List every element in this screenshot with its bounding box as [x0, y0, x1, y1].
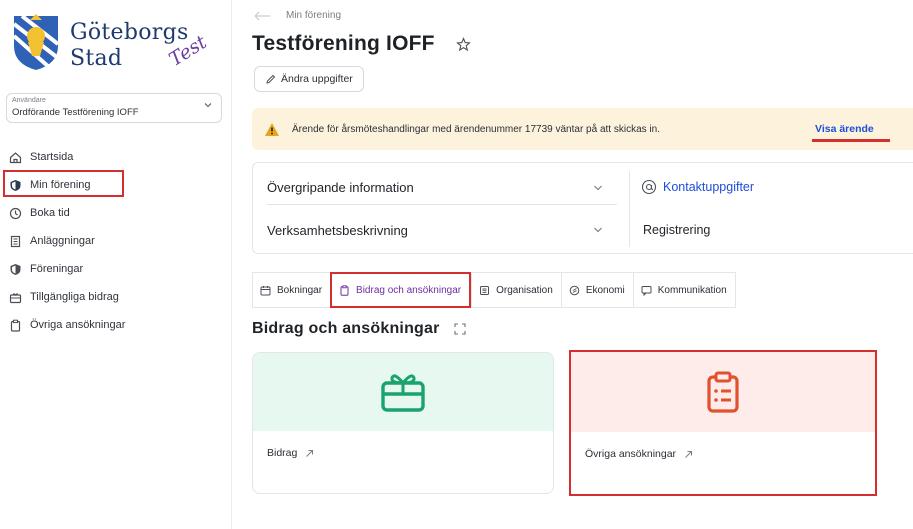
grant-card-ovriga-ansokningar[interactable]: Övriga ansökningar — [569, 350, 877, 496]
main-content: Min förening Testförening IOFF Ändra upp… — [232, 0, 913, 529]
tab-bidrag-och-ansokningar[interactable]: Bidrag och ansökningar — [330, 272, 472, 308]
gift-card-icon — [8, 290, 22, 304]
clock-icon — [8, 206, 22, 220]
chevron-down-icon — [594, 185, 602, 191]
section-title: Bidrag och ansökningar — [252, 320, 466, 338]
pending-case-alert: Ärende för årsmöteshandlingar med ärende… — [252, 108, 913, 150]
gift-card-icon — [381, 374, 425, 412]
shield-icon — [8, 262, 22, 276]
grant-card-bidrag[interactable]: Bidrag — [252, 352, 554, 494]
nav-item-boka-tid[interactable]: Boka tid — [0, 199, 232, 227]
accordion-label: Övergripande information — [267, 180, 414, 195]
edit-details-label: Ändra uppgifter — [281, 73, 353, 85]
tab-ekonomi[interactable]: Ekonomi — [560, 272, 633, 308]
association-tabs: Bokningar Bidrag och ansökningar Organis… — [252, 272, 736, 308]
external-link-icon — [306, 449, 314, 457]
logo[interactable]: Göteborgs Stad Test — [8, 8, 218, 78]
edit-details-button[interactable]: Ändra uppgifter — [254, 66, 364, 92]
external-link-icon — [685, 450, 693, 458]
pencil-icon — [266, 74, 276, 84]
nav-item-label: Tillgängliga bidrag — [30, 291, 119, 303]
annotation-underline-view-case — [812, 139, 890, 142]
card-label: Bidrag — [267, 447, 298, 459]
brand-name-line1: Göteborgs — [70, 20, 189, 45]
annotation-highlight-nav — [3, 170, 124, 197]
nav-item-ovriga-ansokningar[interactable]: Övriga ansökningar — [0, 311, 232, 339]
tab-bokningar[interactable]: Bokningar — [252, 272, 331, 308]
card-hero — [253, 353, 553, 431]
view-case-link[interactable]: Visa ärende — [815, 123, 874, 135]
breadcrumb-item[interactable]: Min förening — [286, 10, 341, 21]
favorite-star-icon[interactable] — [456, 37, 471, 52]
tab-label: Kommunikation — [657, 284, 727, 296]
card-label: Övriga ansökningar — [585, 448, 677, 460]
section-title-text: Bidrag och ansökningar — [252, 320, 440, 337]
tab-label: Organisation — [496, 284, 553, 296]
nav-item-label: Anläggningar — [30, 235, 95, 247]
registration-section[interactable]: Registrering — [643, 223, 710, 237]
alert-message: Ärende för årsmöteshandlingar med ärende… — [292, 123, 660, 135]
user-select[interactable]: Användare Ordförande Testförening IOFF — [6, 93, 222, 123]
chevron-down-icon — [204, 103, 212, 108]
nav-item-label: Övriga ansökningar — [30, 319, 126, 331]
breadcrumb: Min förening — [252, 10, 341, 21]
chat-icon — [641, 285, 652, 296]
brand-name-line2: Stad — [70, 46, 123, 71]
accordion-general-info[interactable]: Övergripande information — [267, 171, 617, 205]
nav-item-label: Föreningar — [30, 263, 84, 275]
nav-item-foreningar[interactable]: Föreningar — [0, 255, 232, 283]
tab-label: Bokningar — [277, 284, 323, 296]
contact-details-link[interactable]: Kontaktuppgifter — [641, 179, 754, 195]
calendar-icon — [260, 285, 271, 295]
page-title: Testförening IOFF — [252, 32, 435, 55]
org-icon — [480, 285, 490, 295]
at-sign-icon — [641, 179, 657, 195]
tab-label: Bidrag och ansökningar — [356, 284, 462, 296]
association-info-panel: Övergripande information Verksamhetsbesk… — [252, 162, 913, 254]
home-icon — [8, 150, 22, 164]
nav-item-startsida[interactable]: Startsida — [0, 143, 232, 171]
nav-item-tillgangliga-bidrag[interactable]: Tillgängliga bidrag — [0, 283, 232, 311]
card-footer: Övriga ansökningar — [585, 448, 693, 460]
crest-icon — [12, 14, 60, 70]
card-hero — [571, 352, 875, 432]
accordion-label: Verksamhetsbeskrivning — [267, 222, 408, 238]
expand-icon[interactable] — [453, 323, 466, 335]
back-arrow-icon[interactable] — [252, 11, 272, 21]
coin-icon — [569, 285, 580, 295]
tab-organisation[interactable]: Organisation — [471, 272, 561, 308]
nav-item-anlaggningar[interactable]: Anläggningar — [0, 227, 232, 255]
panel-divider — [629, 171, 630, 247]
sidebar: Göteborgs Stad Test Användare Ordförande… — [0, 0, 232, 529]
nav-item-label: Boka tid — [30, 207, 70, 219]
user-select-value: Ordförande Testförening IOFF — [12, 107, 139, 118]
clipboard-icon — [8, 318, 22, 332]
nav-item-label: Startsida — [30, 151, 74, 163]
clipboard-icon — [340, 284, 349, 296]
chevron-down-icon — [594, 227, 602, 233]
tab-label: Ekonomi — [585, 284, 625, 296]
building-icon — [8, 234, 22, 248]
contact-details-label: Kontaktuppgifter — [663, 180, 755, 194]
warning-icon — [265, 122, 279, 136]
user-select-caption: Användare — [12, 97, 46, 104]
clipboard-icon — [707, 371, 739, 413]
accordion-activity-description[interactable]: Verksamhetsbeskrivning — [267, 213, 617, 247]
tab-kommunikation[interactable]: Kommunikation — [632, 272, 736, 308]
card-footer: Bidrag — [267, 447, 314, 459]
